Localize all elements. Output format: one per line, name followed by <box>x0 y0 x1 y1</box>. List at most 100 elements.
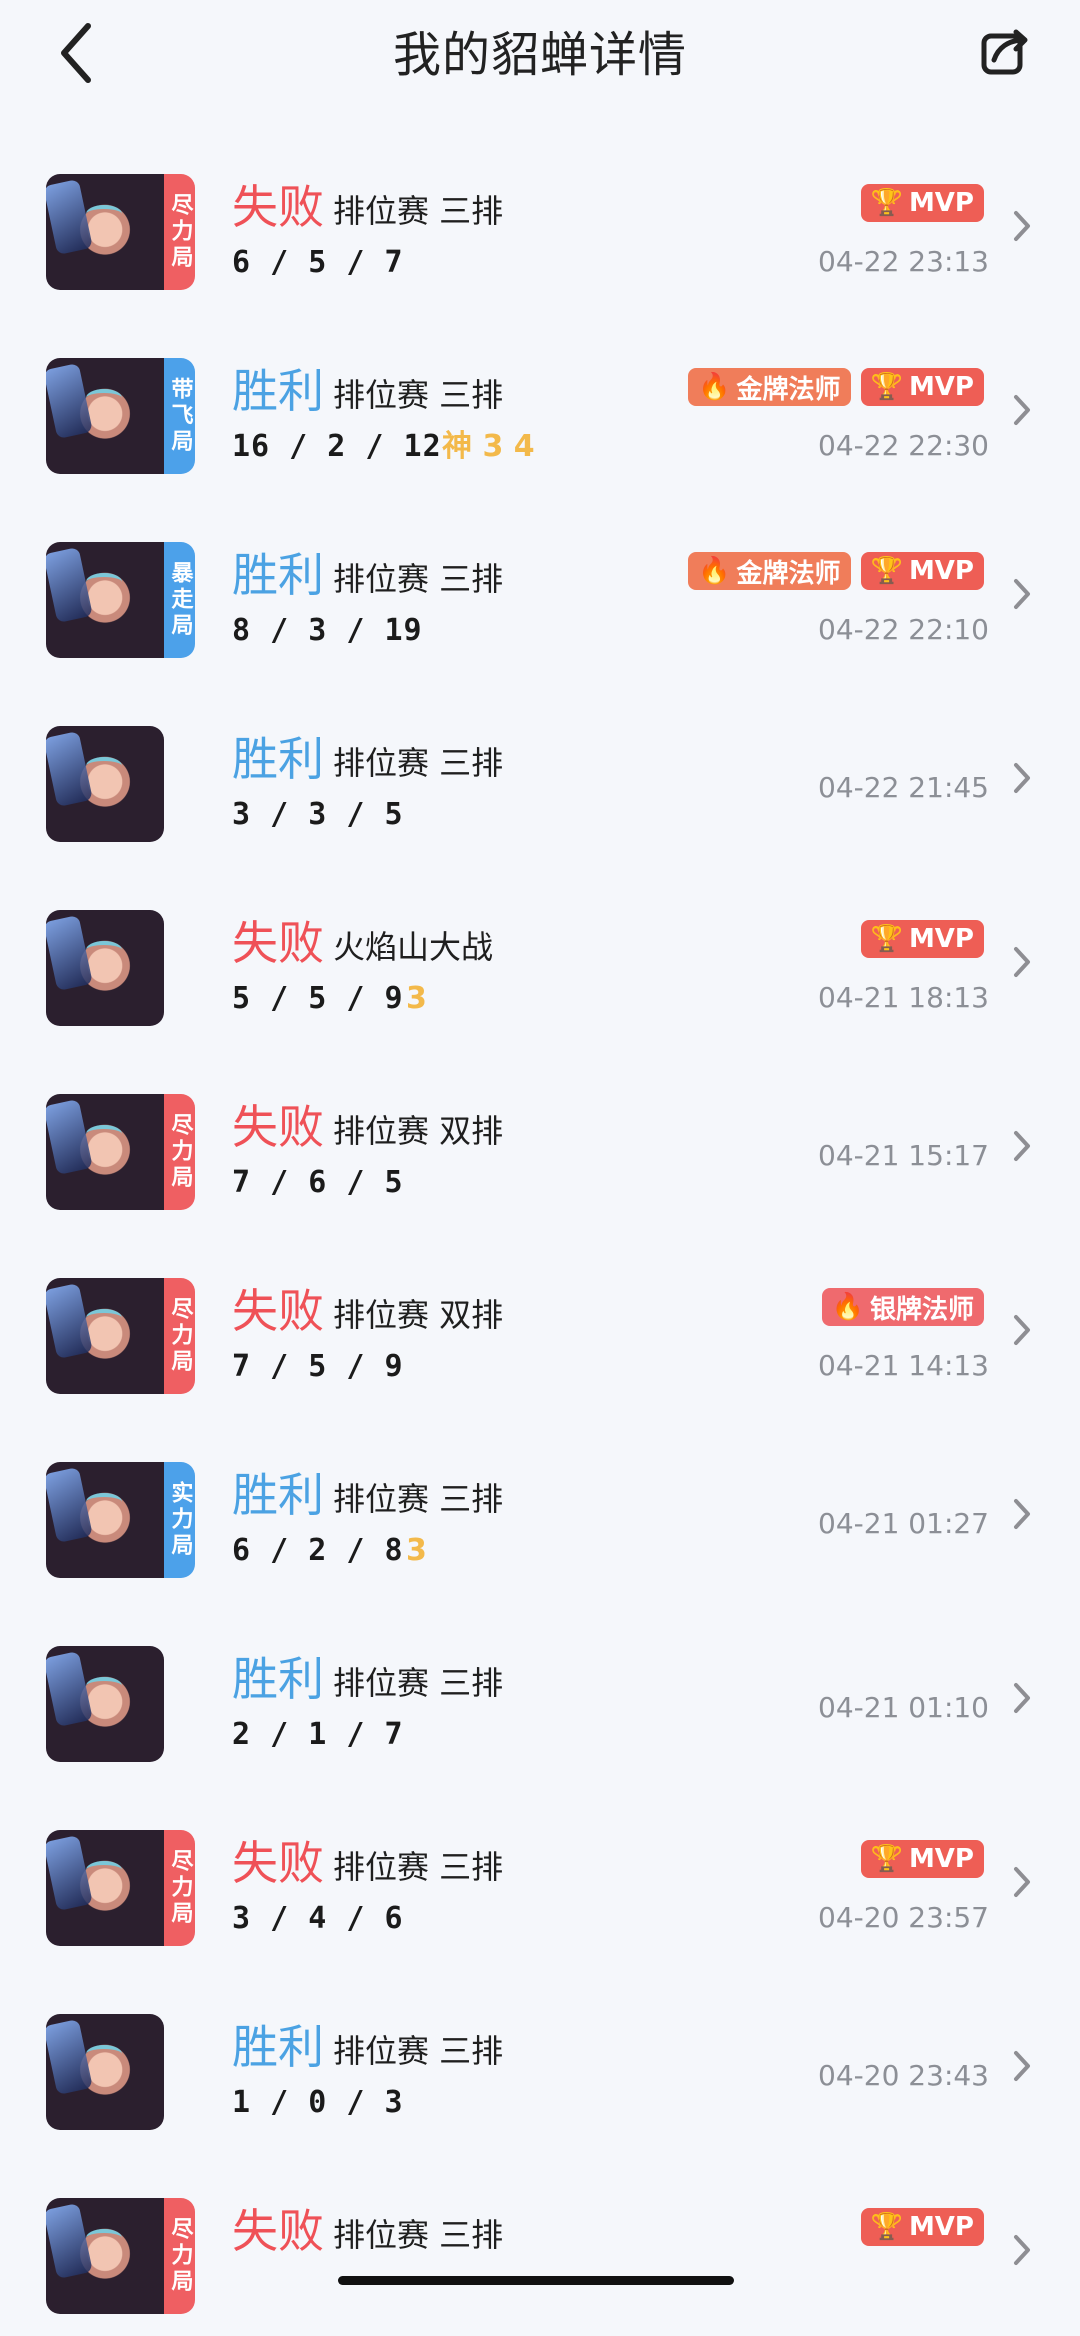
match-list: 尽力局 失败 排位赛 三排 6 / 5 / 7 🏆 MVP 04-22 23:13 带飞局 胜利… <box>0 128 1080 2336</box>
kda-score: 7 / 5 / 9 <box>232 1349 404 1384</box>
performance-tag: 实力局 <box>164 1462 195 1578</box>
match-row[interactable]: 暴走局 胜利 排位赛 三排 8 / 3 / 19 🔥 金牌法师 🏆 MVP 04-22 22:1… <box>0 496 1080 680</box>
kda-score: 6 / 5 / 7 <box>232 245 404 280</box>
match-mode: 火焰山大战 <box>333 928 494 966</box>
hero-avatar: 实力局 <box>46 1462 195 1578</box>
match-row[interactable]: 胜利 排位赛 三排 2 / 1 / 7 04-21 01:10 <box>0 1600 1080 1784</box>
match-row[interactable]: 失败 火焰山大战 5 / 5 / 9 3 🏆 MVP 04-21 18:13 <box>0 864 1080 1048</box>
trophy-icon: 🏆 <box>870 1844 903 1874</box>
match-row[interactable]: 尽力局 失败 排位赛 三排 3 / 4 / 6 🏆 MVP 04-20 23:57 <box>0 1784 1080 1968</box>
match-row[interactable]: 尽力局 失败 排位赛 双排 7 / 5 / 9 🔥 银牌法师 04-21 14:13 <box>0 1232 1080 1416</box>
chevron-right-icon[interactable] <box>1012 1313 1032 1347</box>
hero-portrait-image <box>46 174 164 290</box>
hero-portrait-image <box>46 542 164 658</box>
chevron-right-icon[interactable] <box>1012 945 1032 979</box>
match-time: 04-22 23:13 <box>818 245 989 278</box>
chevron-right-icon[interactable] <box>1012 393 1032 427</box>
performance-tag: 暴走局 <box>164 542 195 658</box>
badge-label: 金牌法师 <box>736 558 841 589</box>
match-result: 胜利 <box>232 364 324 418</box>
match-result: 失败 <box>232 2204 324 2258</box>
match-mode: 排位赛 三排 <box>333 376 504 414</box>
achievement-badges: 🏆 MVP <box>860 1840 984 1878</box>
badge-label: MVP <box>908 556 974 586</box>
achievement-badges: 🏆 MVP <box>860 2208 984 2246</box>
badge-label: 银牌法师 <box>869 1294 974 1325</box>
match-row[interactable]: 尽力局 失败 排位赛 双排 7 / 6 / 5 04-21 15:17 <box>0 1048 1080 1232</box>
match-row[interactable]: 胜利 排位赛 三排 3 / 3 / 5 04-22 21:45 <box>0 680 1080 864</box>
match-mode: 排位赛 双排 <box>333 1112 504 1150</box>
match-mode: 排位赛 三排 <box>333 1664 504 1702</box>
achievement-badges: 🔥 金牌法师 🏆 MVP <box>688 552 984 590</box>
hero-avatar: 尽力局 <box>46 1278 195 1394</box>
achievement-badge: 🏆 MVP <box>860 2208 984 2246</box>
achievement-badge: 🏆 MVP <box>860 920 984 958</box>
match-mode: 排位赛 三排 <box>333 192 504 230</box>
match-result: 胜利 <box>232 732 324 786</box>
match-row[interactable]: 胜利 排位赛 三排 1 / 0 / 3 04-20 23:43 <box>0 1968 1080 2152</box>
hero-avatar <box>46 1646 164 1762</box>
hero-avatar: 暴走局 <box>46 542 195 658</box>
chevron-right-icon[interactable] <box>1012 209 1032 243</box>
kda-score: 1 / 0 / 3 <box>232 2085 404 2120</box>
chevron-right-icon[interactable] <box>1012 2049 1032 2083</box>
achievement-badge: 🏆 MVP <box>860 368 984 406</box>
match-row[interactable]: 尽力局 失败 排位赛 三排 6 / 5 / 7 🏆 MVP 04-22 23:13 <box>0 128 1080 312</box>
page-title: 我的貂蝉详情 <box>392 27 687 83</box>
chevron-right-icon[interactable] <box>1012 1681 1032 1715</box>
chevron-right-icon[interactable] <box>1012 1865 1032 1899</box>
match-row[interactable]: 带飞局 胜利 排位赛 三排 16 / 2 / 12 神 3 4 🔥 金牌法师 🏆 MVP 04-2… <box>0 312 1080 496</box>
achievement-badge: 🔥 银牌法师 <box>821 1288 984 1326</box>
share-icon[interactable] <box>978 22 1034 78</box>
chevron-right-icon[interactable] <box>1012 577 1032 611</box>
performance-tag: 尽力局 <box>164 1094 195 1210</box>
streak-badge: 3 <box>406 981 427 1016</box>
achievement-badge: 🔥 金牌法师 <box>688 552 851 590</box>
badge-label: MVP <box>908 372 974 402</box>
match-row[interactable]: 尽力局 失败 排位赛 三排 🏆 MVP <box>0 2152 1080 2336</box>
achievement-badges: 🔥 金牌法师 🏆 MVP <box>688 368 984 406</box>
hero-avatar: 尽力局 <box>46 174 195 290</box>
chevron-right-icon[interactable] <box>1012 2233 1032 2267</box>
match-result: 失败 <box>232 1100 324 1154</box>
trophy-icon: 🏆 <box>870 924 903 954</box>
match-time: 04-21 18:13 <box>818 981 989 1014</box>
achievement-badge: 🏆 MVP <box>860 184 984 222</box>
hero-portrait-image <box>46 726 164 842</box>
match-mode: 排位赛 三排 <box>333 1480 504 1518</box>
match-mode: 排位赛 三排 <box>333 1848 504 1886</box>
match-time: 04-21 15:17 <box>818 1139 989 1172</box>
kda-score: 7 / 6 / 5 <box>232 1165 404 1200</box>
chevron-right-icon[interactable] <box>1012 1497 1032 1531</box>
hero-portrait-image <box>46 358 164 474</box>
match-time: 04-20 23:43 <box>818 2059 989 2092</box>
flame-icon: 🔥 <box>698 556 731 586</box>
badge-label: MVP <box>908 188 974 218</box>
achievement-badge: 🏆 MVP <box>860 1840 984 1878</box>
achievement-badges: 🔥 银牌法师 <box>821 1288 984 1326</box>
chevron-right-icon[interactable] <box>1012 761 1032 795</box>
flame-icon: 🔥 <box>698 372 731 402</box>
achievement-badge: 🏆 MVP <box>860 552 984 590</box>
match-result: 失败 <box>232 1836 324 1890</box>
home-indicator <box>338 2276 734 2285</box>
hero-avatar: 尽力局 <box>46 2198 195 2314</box>
match-row[interactable]: 实力局 胜利 排位赛 三排 6 / 2 / 8 3 04-21 01:27 <box>0 1416 1080 1600</box>
hero-portrait-image <box>46 2198 164 2314</box>
match-result: 胜利 <box>232 548 324 602</box>
hero-avatar <box>46 910 164 1026</box>
hero-portrait-image <box>46 1462 164 1578</box>
trophy-icon: 🏆 <box>870 188 903 218</box>
trophy-icon: 🏆 <box>870 556 903 586</box>
badge-label: MVP <box>908 1844 974 1874</box>
kda-score: 3 / 3 / 5 <box>232 797 404 832</box>
kda-score: 2 / 1 / 7 <box>232 1717 404 1752</box>
hero-avatar: 尽力局 <box>46 1094 195 1210</box>
achievement-badges: 🏆 MVP <box>860 920 984 958</box>
chevron-right-icon[interactable] <box>1012 1129 1032 1163</box>
match-time: 04-21 14:13 <box>818 1349 989 1382</box>
match-result: 胜利 <box>232 2020 324 2074</box>
performance-tag: 尽力局 <box>164 174 195 290</box>
hero-avatar <box>46 2014 164 2130</box>
match-result: 失败 <box>232 1284 324 1338</box>
